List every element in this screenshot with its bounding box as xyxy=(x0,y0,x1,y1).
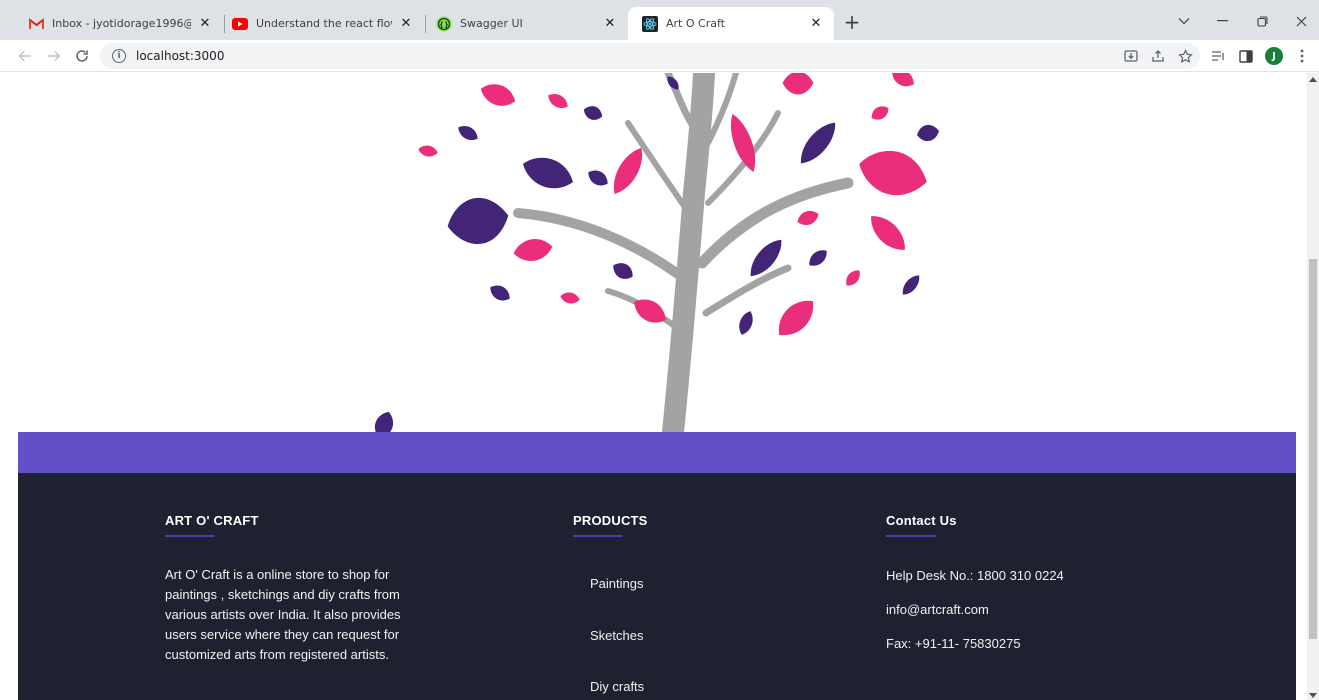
page-viewport: ART O' CRAFT Art O' Craft is a online st… xyxy=(0,73,1307,700)
back-arrow-icon[interactable] xyxy=(13,44,37,68)
tab-gmail[interactable]: Inbox - jyotidorage1996@gmail.c ✕ xyxy=(14,7,223,40)
close-window-icon[interactable] xyxy=(1286,8,1316,34)
tab-swagger[interactable]: {} Swagger UI ✕ xyxy=(422,7,628,40)
tab-youtube[interactable]: Understand the react flow and st ✕ xyxy=(218,7,424,40)
footer-link-paintings[interactable]: Paintings xyxy=(590,576,643,591)
tab-art-o-craft[interactable]: Art O Craft ✕ xyxy=(628,7,834,40)
site-footer: ART O' CRAFT Art O' Craft is a online st… xyxy=(18,473,1296,700)
close-tab-icon[interactable]: ✕ xyxy=(197,16,213,32)
restore-icon[interactable] xyxy=(1247,8,1277,34)
tree-illustration xyxy=(370,73,941,432)
tab-title: Art O Craft xyxy=(666,17,725,30)
footer-contact-heading: Contact Us xyxy=(886,513,957,528)
tab-title: Understand the react flow and st xyxy=(256,17,392,30)
heading-underline xyxy=(165,535,215,537)
address-bar[interactable]: i localhost:3000 xyxy=(100,43,1200,69)
bookmark-star-icon[interactable] xyxy=(1173,44,1197,68)
footer-about-column: ART O' CRAFT Art O' Craft is a online st… xyxy=(165,513,425,665)
site-info-icon[interactable]: i xyxy=(112,49,126,63)
footer-link-diy-crafts[interactable]: Diy crafts xyxy=(590,679,644,694)
reading-list-icon[interactable] xyxy=(1206,44,1230,68)
more-menu-icon[interactable] xyxy=(1290,44,1314,68)
heading-underline xyxy=(573,535,623,537)
browser-toolbar: i localhost:3000 J xyxy=(0,40,1319,72)
footer-products-heading: PRODUCTS xyxy=(573,513,648,528)
scrollbar-thumb[interactable] xyxy=(1309,259,1317,639)
scroll-down-arrow-icon[interactable] xyxy=(1309,693,1317,698)
forward-arrow-icon[interactable] xyxy=(42,44,66,68)
close-tab-icon[interactable]: ✕ xyxy=(398,16,414,32)
profile-avatar[interactable]: J xyxy=(1265,47,1283,65)
accent-band xyxy=(18,432,1296,473)
new-tab-button[interactable]: + xyxy=(840,10,864,34)
close-tab-icon[interactable]: ✕ xyxy=(808,16,824,32)
swagger-icon: {} xyxy=(436,16,452,32)
footer-email-link[interactable]: info@artcraft.com xyxy=(886,602,989,617)
address-text: localhost:3000 xyxy=(136,49,225,63)
install-app-icon[interactable] xyxy=(1119,44,1143,68)
footer-about-text: Art O' Craft is a online store to shop f… xyxy=(165,567,401,662)
minimize-icon[interactable] xyxy=(1207,8,1237,34)
gmail-icon xyxy=(28,16,44,32)
reload-icon[interactable] xyxy=(70,44,94,68)
page-scrollbar[interactable] xyxy=(1307,73,1319,700)
hero-tree-illustration xyxy=(18,73,1296,432)
svg-text:{}: {} xyxy=(439,21,449,29)
close-tab-icon[interactable]: ✕ xyxy=(602,16,618,32)
tab-search-icon[interactable] xyxy=(1169,8,1199,34)
tab-title: Inbox - jyotidorage1996@gmail.c xyxy=(52,17,191,30)
heading-underline xyxy=(886,535,936,537)
react-icon xyxy=(642,15,658,32)
side-panel-icon[interactable] xyxy=(1234,44,1258,68)
footer-contact-column: Contact Us Help Desk No.: 1800 310 0224 … xyxy=(886,513,1126,653)
footer-products-column: PRODUCTS Paintings Sketches Diy crafts xyxy=(573,513,753,694)
scroll-up-arrow-icon[interactable] xyxy=(1309,77,1317,82)
youtube-icon xyxy=(232,16,248,32)
footer-brand-heading: ART O' CRAFT xyxy=(165,513,259,528)
footer-helpdesk: Help Desk No.: 1800 310 0224 xyxy=(886,568,1064,583)
share-icon[interactable] xyxy=(1146,44,1170,68)
tab-title: Swagger UI xyxy=(460,17,523,30)
footer-link-sketches[interactable]: Sketches xyxy=(590,628,643,643)
browser-tab-strip: Inbox - jyotidorage1996@gmail.c ✕ Unders… xyxy=(0,0,1319,40)
footer-fax: Fax: +91-11- 75830275 xyxy=(886,636,1021,651)
